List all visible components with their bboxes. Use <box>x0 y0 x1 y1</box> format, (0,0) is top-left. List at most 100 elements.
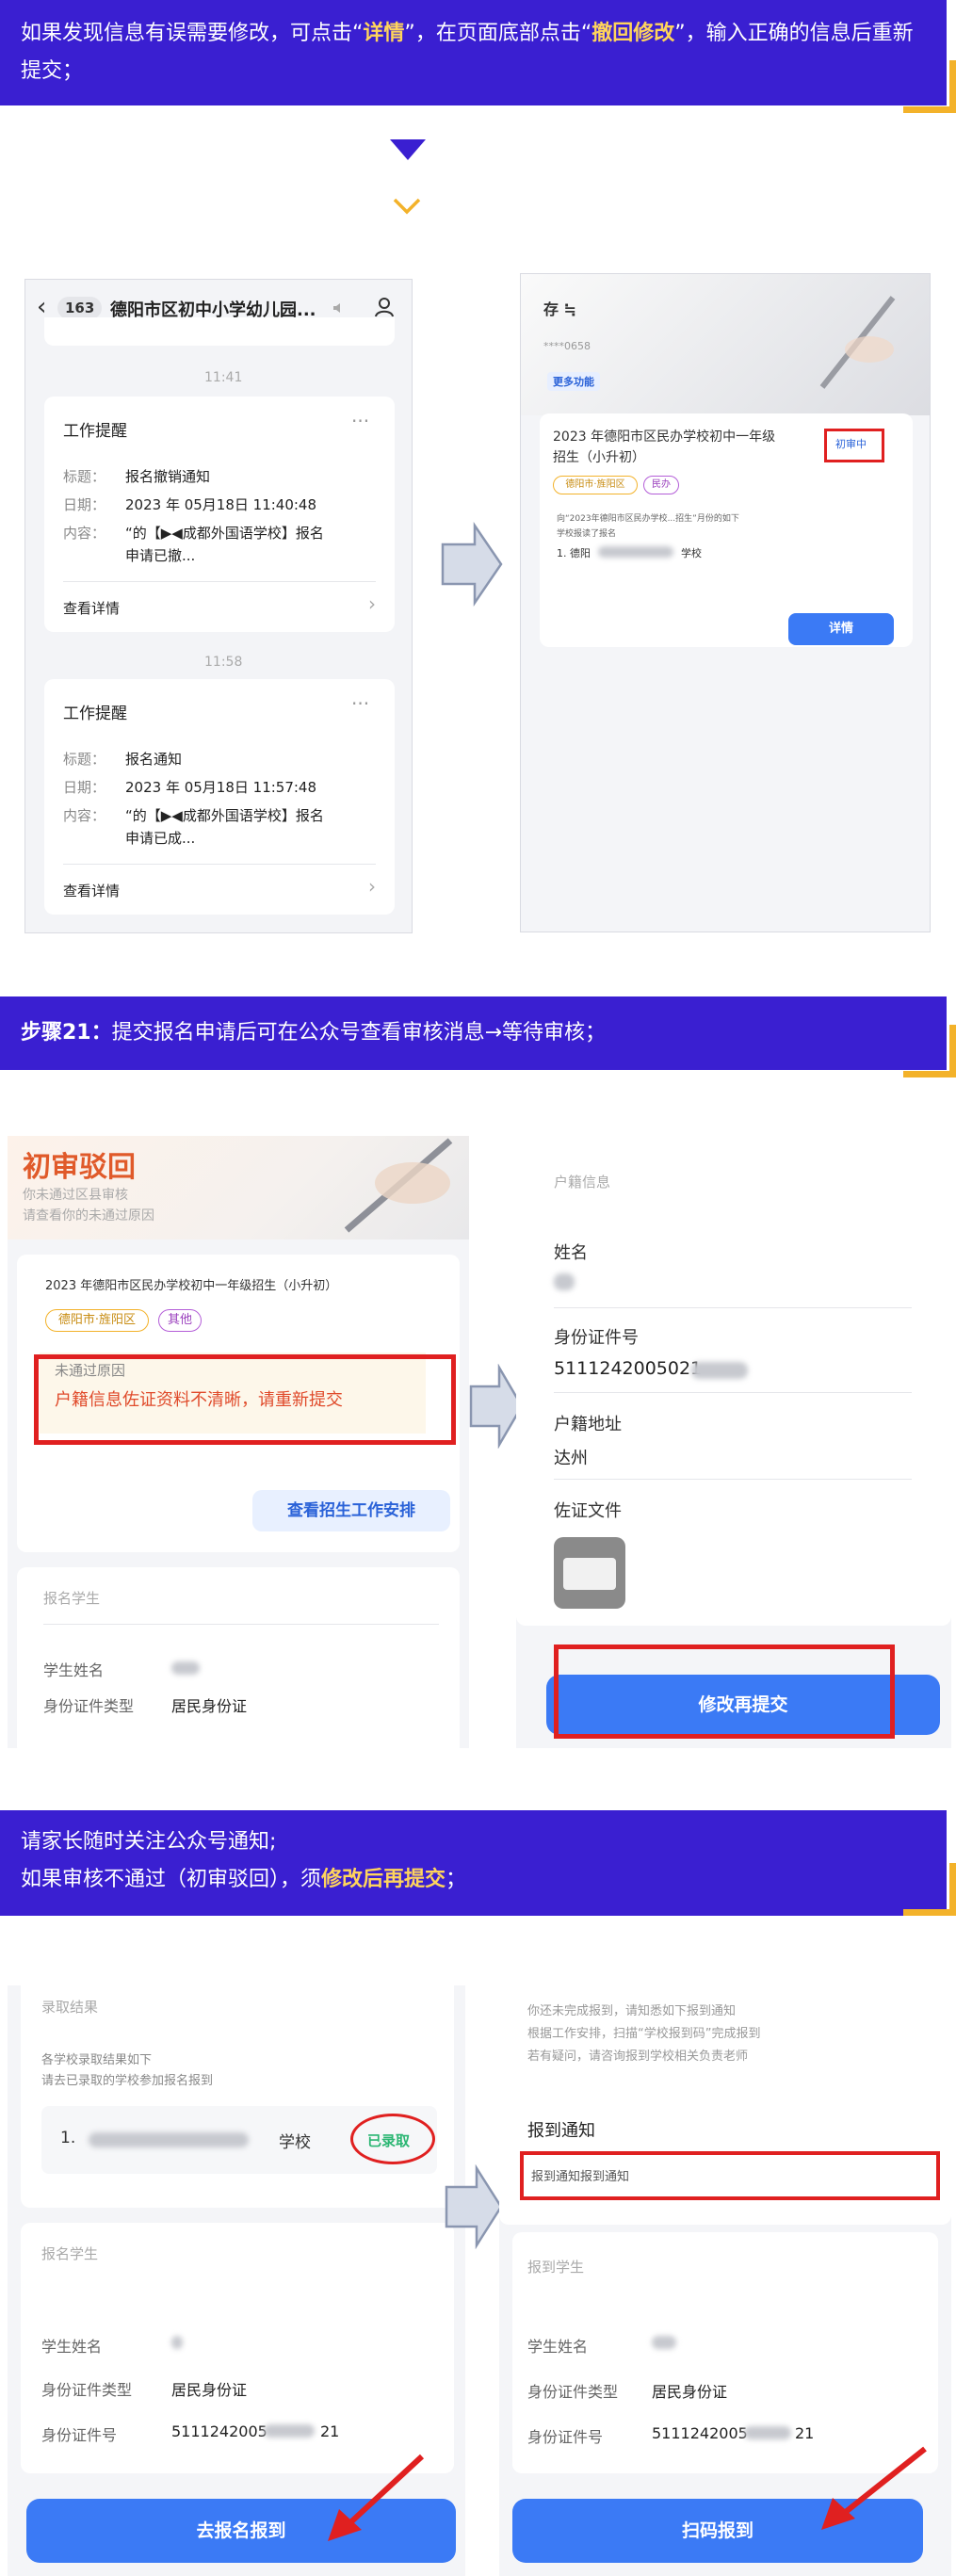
card1-label-title: 标题： <box>63 468 106 485</box>
id-number-value-a: 5111242005 <box>652 2424 748 2442</box>
card2-label-content: 内容： <box>63 807 106 824</box>
unread-count-badge: 163 <box>57 297 103 319</box>
card2-value-content-2: 申请已成... <box>125 830 196 847</box>
work-reminder-card-2[interactable]: 工作提醒 ··· 标题： 报名通知 日期： 2023 年 05月18日 11:5… <box>44 679 395 915</box>
details-button[interactable]: 详情 <box>788 613 894 645</box>
card1-view-details-link[interactable]: 查看详情 <box>63 598 120 618</box>
result-desc-1: 各学校录取结果如下 <box>41 2053 153 2067</box>
pen-image <box>819 296 896 389</box>
report-student-card: 报到学生 学生姓名 身份证件类型 居民身份证 身份证件号 5111242005 … <box>512 2232 938 2473</box>
banner3-line2: 如果审核不通过（初审驳回），须修改后再提交； <box>21 1861 926 1899</box>
card2-heading: 工作提醒 <box>63 705 127 723</box>
notice-desc-3: 若有疑问，请咨询报到学校相关负责老师 <box>527 2049 749 2064</box>
top-icons: 存 ≒ <box>543 300 576 318</box>
rejected-application-card: 2023 年德阳市区民办学校初中一年级招生（小升初） 德阳市·旌阳区 其他 未通… <box>17 1255 460 1552</box>
resubmit-highlight-box <box>554 1644 895 1739</box>
id-number-label: 身份证件号 <box>41 2426 118 2444</box>
school-entry-prefix: 1. 德阳 <box>557 547 591 559</box>
chevron-right-icon: › <box>368 592 376 615</box>
app-status-screenshot: 存 ≒ ****0658 更多功能 2023 年德阳市区民办学校初中一年级 招生… <box>520 273 931 932</box>
student-card: 报名学生 学生姓名 身份证件类型 居民身份证 身份证件号 5111242005 … <box>21 2223 454 2473</box>
name-divider <box>554 1307 912 1308</box>
application-desc-2: 学校报读了报名 <box>557 529 617 539</box>
address-label: 户籍地址 <box>554 1415 622 1434</box>
id-number-value: 5111242005021 <box>554 1358 703 1379</box>
banner3-highlight: 修改后再提交 <box>321 1868 446 1891</box>
student-section-heading: 报名学生 <box>43 1590 101 1607</box>
view-arrangement-button[interactable]: 查看招生工作安排 <box>252 1490 450 1531</box>
report-student-heading: 报到学生 <box>527 2259 585 2276</box>
card1-heading: 工作提醒 <box>63 422 127 441</box>
timestamp-2: 11:58 <box>204 655 243 670</box>
report-notice-screenshot: 你还未完成报到，请知悉如下报到通知 根据工作安排，扫描“学校报到码”完成报到 若… <box>499 1985 951 2576</box>
application-desc-1: 向“2023年德阳市区民办学校...招生”月份的如下 <box>557 514 739 524</box>
banner2-step-label: 步骤21： <box>21 1021 112 1045</box>
profile-icon[interactable] <box>374 297 395 317</box>
card2-value-date: 2023 年 05月18日 11:57:48 <box>125 779 317 796</box>
banner3-line2-pre: 如果审核不通过（初审驳回），须 <box>21 1868 322 1891</box>
card1-label-date: 日期： <box>63 496 106 513</box>
id-type-value: 居民身份证 <box>171 1697 248 1715</box>
application-card: 2023 年德阳市区民办学校初中一年级 招生（小升初） 初审中 德阳市·旌阳区 … <box>540 413 913 647</box>
chevron-down-icon <box>393 198 421 215</box>
registered-student-card: 报名学生 学生姓名 身份证件类型 居民身份证 <box>17 1567 460 1748</box>
student-name-redacted <box>652 2336 676 2349</box>
id-type-value: 居民身份证 <box>171 2381 248 2399</box>
student-name-redacted <box>171 1661 200 1675</box>
address-divider <box>554 1479 912 1480</box>
rejected-title: 初审驳回 <box>23 1151 136 1184</box>
id-number-redacted <box>744 2426 791 2439</box>
id-number-label: 身份证件号 <box>554 1328 639 1348</box>
card1-value-content-1: “的【▶◀成都外国语学校】报名 <box>125 525 324 542</box>
school-suffix: 学校 <box>279 2133 311 2152</box>
instruction-banner-1: 如果发现信息有误需要修改，可点击“详情”，在页面底部点击“撤回修改”，输入正确的… <box>0 0 947 105</box>
school-prefix: 1. <box>60 2129 76 2147</box>
work-reminder-card-1[interactable]: 工作提醒 ··· 标题： 报名撤销通知 日期： 2023 年 05月18日 11… <box>44 397 395 632</box>
application-title-line1: 2023 年德阳市区民办学校初中一年级 <box>553 429 776 445</box>
id-number-value-a: 5111242005 <box>171 2422 267 2440</box>
card2-value-title: 报名通知 <box>125 751 183 768</box>
previous-message-tail <box>44 317 395 346</box>
proof-files-label: 佐证文件 <box>554 1501 622 1521</box>
id-number-value-b: 21 <box>795 2424 815 2442</box>
banner2-corner-decoration <box>903 1025 956 1077</box>
id-type-label: 身份证件类型 <box>43 1697 135 1715</box>
rejection-reason-text: 户籍信息佐证资料不清晰，请重新提交 <box>55 1390 343 1410</box>
result-heading: 录取结果 <box>41 1999 99 2016</box>
household-info-screenshot: 户籍信息 姓名 身份证件号 5111242005021 户籍地址 达州 佐证文件… <box>516 1136 951 1748</box>
notice-desc-2: 根据工作安排，扫描“学校报到码”完成报到 <box>527 2027 761 2041</box>
banner3-corner-decoration <box>903 1863 956 1916</box>
region-tag: 德阳市·旌阳区 <box>553 476 638 494</box>
id-type-value: 居民身份证 <box>652 2383 728 2401</box>
proof-file-thumbnail[interactable] <box>554 1537 625 1609</box>
down-triangle-icon <box>390 139 426 160</box>
household-info-card: 户籍信息 姓名 身份证件号 5111242005021 户籍地址 达州 佐证文件 <box>516 1136 951 1626</box>
school-name-redacted <box>89 2132 249 2147</box>
arrow-right-icon <box>441 522 503 607</box>
id-number-label: 身份证件号 <box>527 2428 604 2446</box>
more-dots-icon[interactable]: ··· <box>351 410 369 432</box>
student-divider <box>43 1624 439 1625</box>
admitted-highlight-ellipse <box>350 2114 435 2164</box>
banner3-line1: 请家长随时关注公众号通知; <box>21 1830 277 1854</box>
pointer-arrow-annotation <box>821 2446 927 2530</box>
timestamp-1: 11:41 <box>204 370 243 385</box>
more-features-label[interactable]: 更多功能 <box>547 372 600 391</box>
review-rejected-screenshot: 初审驳回 你未通过区县审核 请查看你的未通过原因 2023 年德阳市区民办学校初… <box>8 1136 469 1748</box>
card2-label-title: 标题： <box>63 751 106 768</box>
banner1-detail-keyword: 详情 <box>363 22 405 45</box>
rejection-reason-label: 未通过原因 <box>55 1362 126 1379</box>
id-number-redacted <box>264 2424 315 2438</box>
rejected-subtitle-2: 请查看你的未通过原因 <box>23 1208 154 1223</box>
mute-icon <box>333 303 340 313</box>
more-dots-icon[interactable]: ··· <box>351 692 369 715</box>
student-name-label: 学生姓名 <box>43 1661 105 1679</box>
address-value: 达州 <box>554 1449 588 1468</box>
card2-view-details-link[interactable]: 查看详情 <box>63 881 120 900</box>
admitted-school-row[interactable]: 1. 学校 已录取 <box>41 2106 437 2174</box>
name-value-redacted <box>554 1273 575 1290</box>
card1-value-date: 2023 年 05月18日 11:40:48 <box>125 496 317 513</box>
student-name-label: 学生姓名 <box>41 2338 103 2356</box>
pointer-arrow-annotation <box>328 2454 425 2541</box>
region-tag: 德阳市·旌阳区 <box>45 1309 149 1332</box>
